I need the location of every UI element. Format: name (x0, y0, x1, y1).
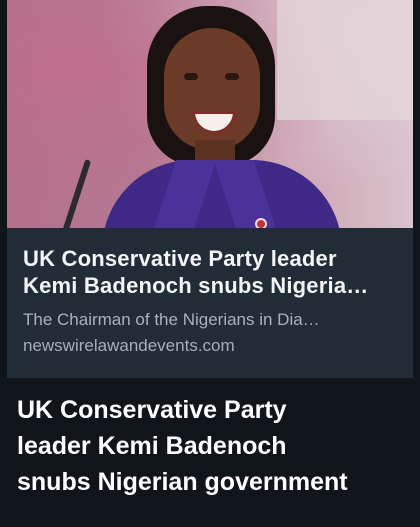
article-thumbnail[interactable] (7, 0, 413, 228)
post-caption: UK Conservative Party leader Kemi Badeno… (17, 392, 412, 500)
link-preview-card[interactable]: UK Conservative Party leader Kemi Badeno… (7, 0, 413, 378)
person-eye (184, 73, 198, 80)
thumbnail-light-panel (277, 0, 413, 120)
caption-line: leader Kemi Badenoch (17, 432, 287, 460)
card-headline[interactable]: UK Conservative Party leader Kemi Badeno… (23, 245, 397, 299)
card-source-domain: newswirelawandevents.com (23, 336, 235, 355)
post-page: UK Conservative Party leader Kemi Badeno… (0, 0, 420, 527)
caption-line: snubs Nigerian government (17, 468, 348, 496)
card-headline-line: UK Conservative Party leader (23, 246, 337, 271)
card-text-block: UK Conservative Party leader Kemi Badeno… (7, 228, 413, 357)
card-headline-line: Kemi Badenoch snubs Nigeria… (23, 273, 369, 298)
card-summary: The Chairman of the Nigerians in Dia… (23, 310, 320, 329)
caption-line: UK Conservative Party (17, 396, 287, 424)
person-eye (225, 73, 239, 80)
lapel-pin (255, 218, 267, 228)
